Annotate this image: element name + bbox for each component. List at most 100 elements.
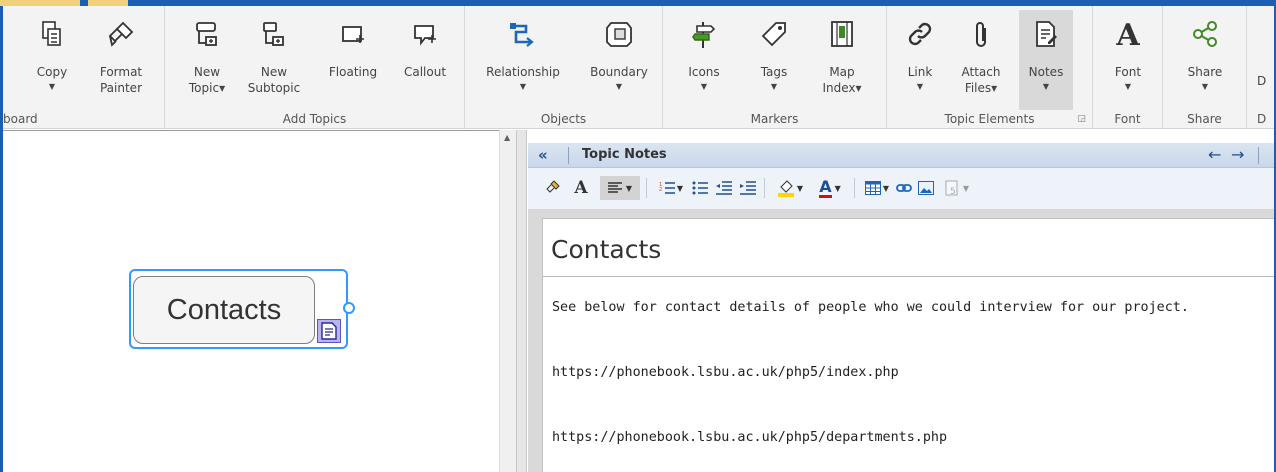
boundary-button[interactable]: Boundary ▼: [581, 10, 657, 110]
new-topic-label: New Topic▾: [188, 65, 226, 95]
topic-notes-indicator[interactable]: [317, 319, 341, 343]
paintbrush-icon: [108, 21, 134, 47]
font-button[interactable]: A Font ▼: [1103, 10, 1153, 110]
new-topic-button[interactable]: New Topic▾: [181, 10, 233, 110]
svg-text:2: 2: [659, 187, 662, 193]
share-label: Share: [1187, 65, 1223, 79]
chevron-down-icon: ▼: [916, 82, 924, 91]
align-dropdown[interactable]: ▼: [600, 176, 640, 200]
group-font: A Font ▼ Font: [1093, 6, 1163, 129]
floating-topic-button[interactable]: Floating: [323, 10, 383, 110]
callout-button[interactable]: Callout: [395, 10, 455, 110]
toolbar-separator: [764, 178, 765, 198]
map-index-icon: [831, 21, 853, 47]
highlighter-icon: [777, 180, 794, 197]
new-subtopic-button[interactable]: New Subtopic: [245, 10, 303, 110]
group-markers: Icons ▼ Tags ▼ Map Index▾ Markers: [663, 6, 887, 129]
chevron-down-icon: ▼: [1201, 82, 1209, 91]
heading-rule: [543, 276, 1274, 277]
group-label-objects: Objects: [540, 112, 587, 126]
header-divider: [1258, 147, 1259, 164]
chevron-down-icon: ▼: [1124, 82, 1132, 91]
group-topic-elements: Link ▼ Attach Files▾ Notes ▼ Topic Eleme…: [887, 6, 1093, 129]
group-label-add-topics: Add Topics: [282, 112, 347, 126]
insert-table-button[interactable]: ▼: [862, 176, 892, 200]
notes-editor[interactable]: Contacts See below for contact details o…: [542, 218, 1274, 472]
group-label-partial: D: [1257, 112, 1267, 126]
new-topic-icon: [196, 22, 217, 46]
header-divider: [568, 147, 569, 164]
group-objects: Relationship ▼ Boundary ▼ Objects: [465, 6, 663, 129]
group-label-markers: Markers: [750, 112, 799, 126]
copy-icon: [42, 21, 61, 46]
notes-link-departments[interactable]: https://phonebook.lsbu.ac.uk/php5/depart…: [552, 430, 947, 445]
decrease-indent-icon[interactable]: [714, 176, 734, 200]
svg-text:5: 5: [950, 187, 956, 196]
link-button[interactable]: Link ▼: [897, 10, 943, 110]
callout-label: Callout: [403, 65, 447, 79]
scroll-up-icon[interactable]: ▲: [504, 133, 510, 142]
copy-button[interactable]: Copy ▼: [29, 10, 75, 110]
bullet-list-icon[interactable]: [690, 176, 710, 200]
notes-label: Notes: [1028, 65, 1064, 79]
notes-icon: [1036, 21, 1057, 47]
central-topic[interactable]: Contacts: [133, 276, 315, 344]
notes-icon: [321, 322, 337, 340]
font-color-button[interactable]: A ▼: [812, 176, 848, 200]
floating-label: Floating: [328, 65, 378, 79]
canvas-scrollbar[interactable]: ▲: [499, 130, 516, 472]
share-button[interactable]: Share ▼: [1177, 10, 1233, 110]
map-index-label: Map Index▾: [822, 65, 862, 95]
forward-arrow-icon[interactable]: →: [1231, 145, 1244, 164]
insert-link-icon[interactable]: [894, 176, 914, 200]
chevron-down-icon: ▼: [519, 82, 527, 91]
link-icon: [908, 22, 932, 46]
paperclip-icon: [976, 22, 986, 47]
link-label: Link: [907, 65, 933, 79]
toolbar-separator: [646, 178, 647, 198]
collapse-pane-icon[interactable]: «: [538, 146, 548, 164]
notes-button[interactable]: Notes ▼: [1019, 10, 1073, 110]
highlight-color-button[interactable]: ▼: [772, 176, 808, 200]
relationship-label: Relationship: [486, 65, 560, 79]
chevron-down-icon: ▼: [615, 82, 623, 91]
format-painter-button[interactable]: Format Painter: [91, 10, 151, 110]
format-painter-icon[interactable]: [542, 176, 564, 200]
notes-paragraph: See below for contact details of people …: [552, 300, 1189, 315]
object-icon: 5: [945, 180, 958, 196]
notes-link-index[interactable]: https://phonebook.lsbu.ac.uk/php5/index.…: [552, 365, 899, 380]
relationship-button[interactable]: Relationship ▼: [477, 10, 569, 110]
attach-files-button[interactable]: Attach Files▾: [953, 10, 1009, 110]
table-icon: [864, 181, 881, 195]
insert-image-icon[interactable]: [916, 176, 936, 200]
back-arrow-icon[interactable]: ←: [1208, 145, 1221, 164]
numbered-list-icon[interactable]: 12 ▼: [654, 176, 688, 200]
new-subtopic-label: New Subtopic: [247, 65, 301, 95]
chevron-down-icon: ▼: [770, 82, 778, 91]
pane-splitter[interactable]: [516, 130, 527, 472]
tags-label: Tags: [760, 65, 788, 79]
group-clipboard: Copy ▼ Format Painter board: [3, 6, 165, 129]
notes-pane-title: Topic Notes: [582, 147, 667, 162]
insert-object-button[interactable]: 5 ▼: [940, 176, 974, 200]
group-label-topic-elements: Topic Elements: [944, 112, 1035, 126]
notes-editor-area: Contacts See below for contact details o…: [528, 210, 1274, 472]
group-partial: D D: [1247, 6, 1274, 129]
partial-button-label[interactable]: D: [1257, 74, 1266, 88]
dialog-launcher-icon[interactable]: ◲: [1077, 114, 1086, 124]
map-index-button[interactable]: Map Index▾: [813, 10, 871, 110]
app-window: Copy ▼ Format Painter board New Topic▾ N…: [3, 6, 1274, 472]
increase-indent-icon[interactable]: [738, 176, 758, 200]
group-label-font: Font: [1114, 112, 1141, 126]
attach-files-label: Attach Files▾: [961, 65, 1001, 95]
add-subtopic-handle[interactable]: [343, 302, 355, 314]
font-style-icon[interactable]: A: [570, 176, 592, 200]
icons-button[interactable]: Icons ▼: [679, 10, 729, 110]
tag-icon: [761, 22, 786, 47]
chevron-down-icon: ▼: [700, 82, 708, 91]
font-color-icon: A: [819, 176, 832, 198]
copy-label: Copy: [36, 65, 68, 79]
relationship-icon: [510, 23, 534, 47]
tags-button[interactable]: Tags ▼: [749, 10, 799, 110]
toolbar-separator: [854, 178, 855, 198]
